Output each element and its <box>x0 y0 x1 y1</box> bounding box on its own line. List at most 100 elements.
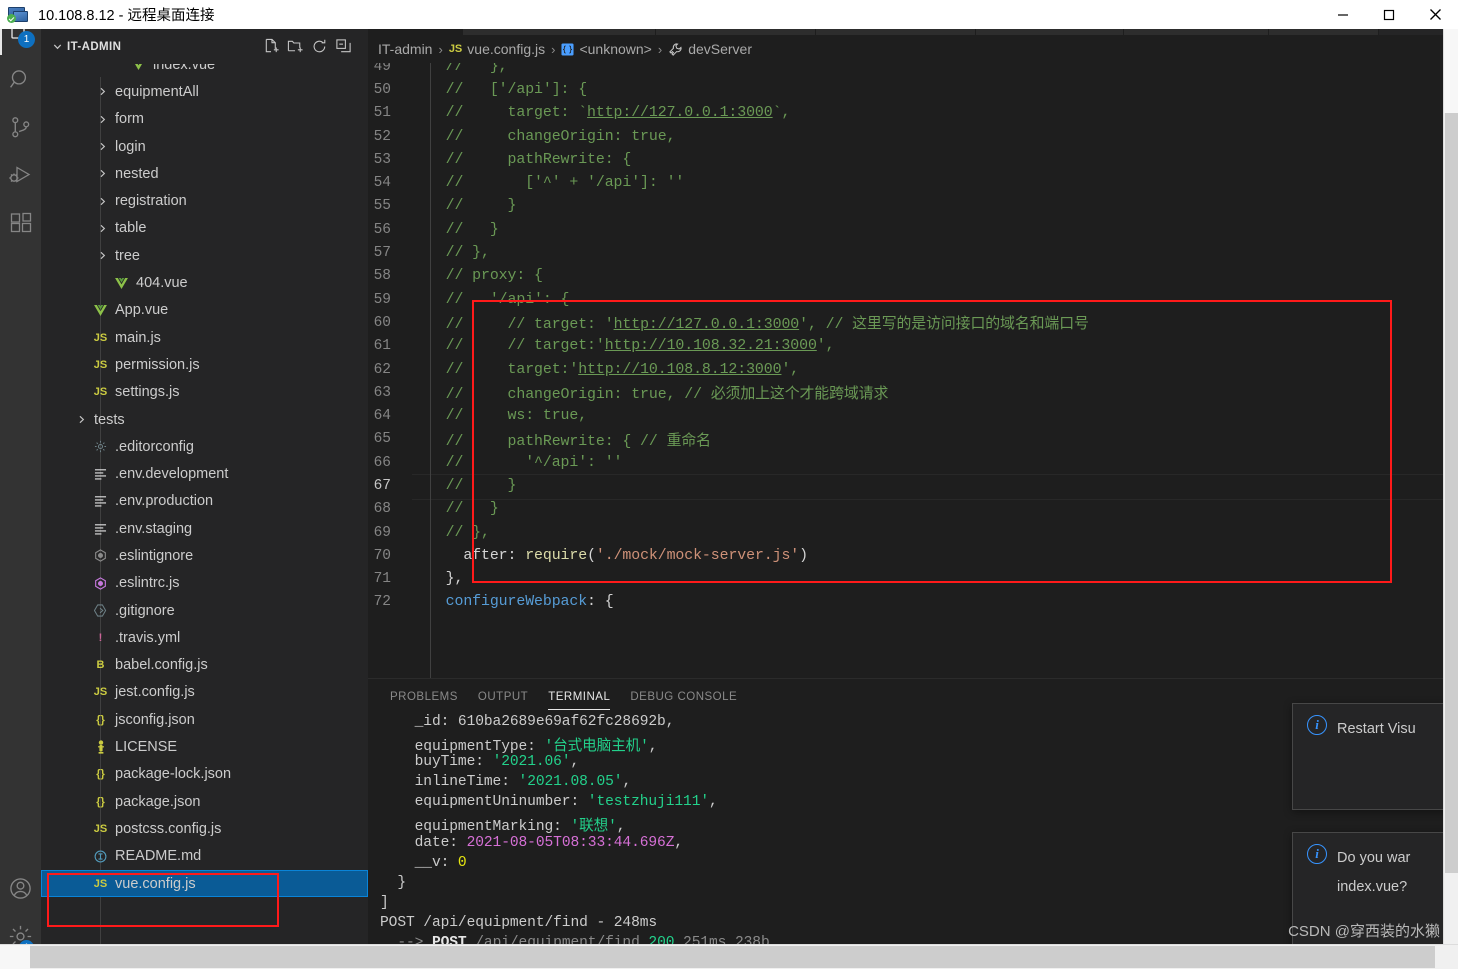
file-tree-item-label: vue.config.js <box>115 875 196 892</box>
file-tree-item-label: .env.staging <box>115 520 193 537</box>
file-tree-item[interactable]: App.vue <box>41 297 368 324</box>
file-tree-item-label: jest.config.js <box>115 684 195 701</box>
panel-tab-output[interactable]: OUTPUT <box>468 679 538 714</box>
file-tree-item[interactable]: index.vue <box>41 64 368 78</box>
file-tree-item[interactable]: login <box>41 133 368 160</box>
file-tree-item-label: .env.production <box>115 493 214 510</box>
file-tree-item[interactable]: .eslintignore <box>41 542 368 569</box>
file-tree-item[interactable]: ! .travis.yml <box>41 624 368 651</box>
rdp-vertical-scrollbar[interactable] <box>1443 29 1458 944</box>
file-tree-item[interactable]: README.md <box>41 843 368 870</box>
file-tree-item[interactable]: .env.staging <box>41 515 368 542</box>
collapse-all-icon[interactable] <box>332 36 354 58</box>
file-tree-item[interactable]: {} package-lock.json <box>41 761 368 788</box>
line-number: 50 <box>373 81 391 98</box>
file-tree-item[interactable]: .gitignore <box>41 597 368 624</box>
rdp-horizontal-scrollbar[interactable] <box>0 944 1458 969</box>
line-number: 49 <box>373 63 391 75</box>
file-tree-item[interactable]: Bbabel.config.js <box>41 652 368 679</box>
panel-tab-terminal[interactable]: TERMINAL <box>538 679 620 714</box>
code-line: 66 // '^/api': '' <box>368 451 1443 474</box>
file-tree-item[interactable]: table <box>41 215 368 242</box>
code-text: // } <box>428 501 499 518</box>
line-number: 52 <box>373 128 391 145</box>
line-number: 60 <box>373 314 391 331</box>
scrollbar-thumb-vertical[interactable] <box>1445 113 1458 873</box>
refresh-icon[interactable] <box>308 36 330 58</box>
breadcrumb-item-symbol[interactable]: <unknown> <box>579 41 651 57</box>
breadcrumb-item-file[interactable]: vue.config.js <box>467 41 545 57</box>
line-number: 72 <box>373 594 391 611</box>
code-line: 61 // // target:'http://10.108.32.21:300… <box>368 335 1443 358</box>
json-file-icon: {} <box>96 768 105 781</box>
file-tree-item-label: registration <box>115 193 187 210</box>
editor-area: IT-admin › JS vue.config.js › <unknown> … <box>368 29 1443 944</box>
maximize-button[interactable] <box>1366 0 1412 29</box>
breadcrumb-item-devserver[interactable]: devServer <box>688 41 752 57</box>
file-tree-item[interactable]: nested <box>41 160 368 187</box>
file-tree-item[interactable]: JS permission.js <box>41 351 368 378</box>
chevron-right-icon <box>73 414 90 425</box>
activity-accounts[interactable] <box>0 864 41 912</box>
file-tree-item-selected[interactable]: JS vue.config.js <box>41 869 368 898</box>
breadcrumb-item-project[interactable]: IT-admin <box>378 41 432 57</box>
close-button[interactable] <box>1412 0 1458 29</box>
code-text: // } <box>428 477 517 494</box>
terminal-output[interactable]: _id: 610ba2689e69af62fc28692b, equipment… <box>368 714 1443 944</box>
code-text: configureWebpack: { <box>445 594 614 611</box>
file-tree-item-label: form <box>115 111 144 128</box>
license-file-icon <box>90 740 111 754</box>
file-tree-item[interactable]: 404.vue <box>41 269 368 296</box>
file-tree-item[interactable]: JS postcss.config.js <box>41 815 368 842</box>
panel-tab-problems[interactable]: PROBLEMS <box>380 679 468 714</box>
file-tree-item[interactable]: JS jest.config.js <box>41 679 368 706</box>
explorer-header[interactable]: IT-ADMIN <box>41 29 368 64</box>
file-tree-item[interactable]: equipmentAll <box>41 78 368 105</box>
file-tree-item[interactable]: form <box>41 106 368 133</box>
new-folder-icon[interactable] <box>284 36 306 58</box>
file-tree-item[interactable]: JS settings.js <box>41 379 368 406</box>
file-tree-item[interactable]: {} package.json <box>41 788 368 815</box>
code-line: 71 }, <box>368 568 1443 591</box>
file-tree-item[interactable]: tests <box>41 406 368 433</box>
file-tree-item[interactable]: .editorconfig <box>41 433 368 460</box>
gear-file-icon <box>90 440 111 453</box>
code-line: 58 // proxy: { <box>368 265 1443 288</box>
notification-text: Restart Visu <box>1337 721 1416 737</box>
js-file-icon: JS <box>93 686 108 699</box>
notification-toast-1[interactable]: i Restart Visu <box>1292 703 1443 810</box>
file-tree-item[interactable]: .env.production <box>41 488 368 515</box>
scrollbar-thumb-horizontal[interactable] <box>30 946 1435 968</box>
activity-explorer[interactable]: 1 <box>0 29 41 55</box>
file-tree-item-label: postcss.config.js <box>115 820 222 837</box>
file-tree-item[interactable]: JS main.js <box>41 324 368 351</box>
new-file-icon[interactable] <box>260 36 282 58</box>
file-tree-item-label: LICENSE <box>115 739 178 756</box>
activity-source-control[interactable] <box>0 103 41 151</box>
code-editor[interactable]: 49 // }, 50 // ['/api']: {51 // target: `… <box>368 63 1443 678</box>
minimize-button[interactable] <box>1320 0 1366 29</box>
code-line: 68 // } <box>368 498 1443 521</box>
vue-file-icon <box>128 64 149 71</box>
file-tree-item[interactable]: LICENSE <box>41 733 368 760</box>
activity-search[interactable] <box>0 55 41 103</box>
babel-file-icon: B <box>96 659 105 672</box>
file-tree-item-label: .travis.yml <box>115 629 181 646</box>
activity-extensions[interactable] <box>0 199 41 247</box>
file-tree-item[interactable]: tree <box>41 242 368 269</box>
explorer-sidebar: IT-ADMIN index.vue equipmentAll form log… <box>41 29 368 944</box>
panel-tab-debug-console[interactable]: DEBUG CONSOLE <box>620 679 747 714</box>
line-number: 67 <box>373 477 391 494</box>
json-file-icon: {} <box>96 795 105 808</box>
file-tree-item[interactable]: registration <box>41 187 368 214</box>
rdp-title-bar: 10.108.8.12 - 远程桌面连接 <box>0 0 1458 29</box>
activity-manage[interactable]: 1 <box>0 912 41 944</box>
file-tree-item[interactable]: {} jsconfig.json <box>41 706 368 733</box>
line-number: 58 <box>373 268 391 285</box>
file-tree-item[interactable]: .eslintrc.js <box>41 570 368 597</box>
terminal-line: inlineTime: '2021.08.05', <box>380 774 632 791</box>
code-line: 65 // pathRewrite: { // 重命名 <box>368 428 1443 451</box>
run-debug-icon <box>8 166 30 183</box>
activity-run-debug[interactable] <box>0 151 41 199</box>
file-tree-item[interactable]: .env.development <box>41 460 368 487</box>
